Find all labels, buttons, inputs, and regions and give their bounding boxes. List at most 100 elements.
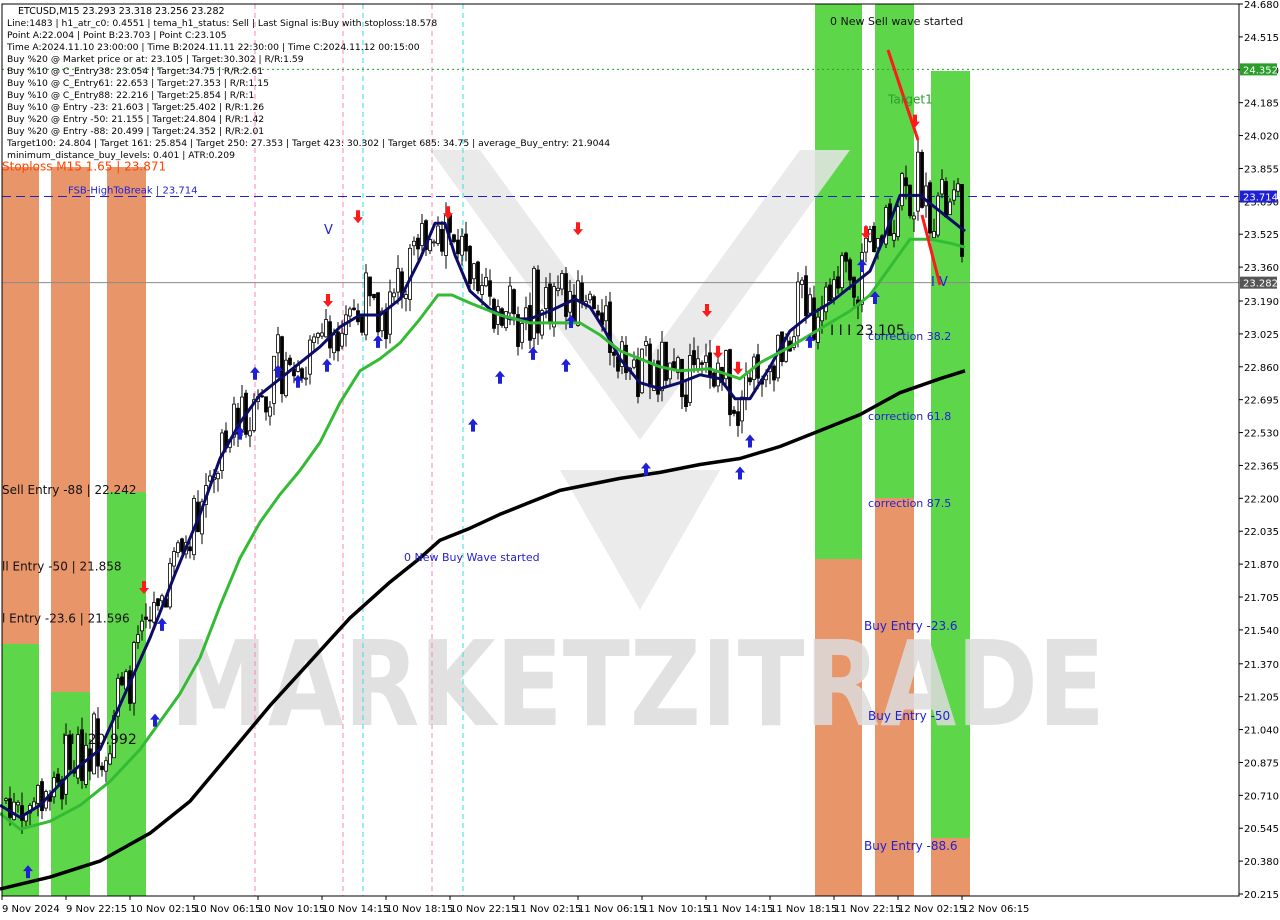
wave-v-label: V	[324, 223, 333, 238]
candle	[248, 417, 252, 448]
candle	[196, 490, 200, 533]
candle-body	[484, 276, 488, 287]
price-tick-label: 23.360	[1244, 263, 1279, 274]
candle-body	[944, 181, 948, 218]
price-tick-label: 21.370	[1244, 660, 1279, 671]
info-line: Line:1483 | h1_atr_c0: 0.4551 | tema_h1_…	[7, 18, 437, 29]
candle-body	[36, 785, 40, 804]
watermark-text: MARKETZITRADE	[170, 615, 1105, 753]
price-tick-label: 24.020	[1244, 132, 1279, 143]
symbol-header: ETCUSD,M15 23.293 23.318 23.256 23.282	[18, 6, 225, 17]
price-axis: 24.68024.51524.35024.18524.02023.85523.6…	[1239, 0, 1279, 901]
candle	[840, 252, 844, 294]
price-tick-label: 21.705	[1244, 593, 1279, 604]
price-tick-label: 22.200	[1244, 494, 1279, 505]
candle-body	[108, 753, 112, 765]
candle-body	[708, 352, 712, 376]
buy-arrow-icon	[322, 358, 332, 372]
candle	[308, 335, 312, 385]
candle-body	[56, 773, 60, 783]
price-badge-label: 23.714	[1243, 193, 1278, 204]
info-line: Buy %10 @ C_Entry61: 22.653 | Target:27.…	[7, 78, 269, 89]
candle-body	[804, 275, 808, 317]
candle-body	[544, 287, 548, 309]
candle-body	[460, 235, 464, 256]
candle	[640, 348, 644, 395]
candle-body	[188, 546, 192, 552]
candle	[872, 222, 876, 253]
candle-body	[268, 406, 272, 417]
candle	[100, 762, 104, 777]
candle	[776, 334, 780, 382]
time-tick-label: 10 Nov 14:15	[322, 904, 389, 915]
candle-body	[632, 359, 636, 368]
candle	[360, 313, 364, 336]
zone-bar	[107, 167, 146, 492]
candle	[532, 265, 536, 350]
buy-entry-23-6-label: Buy Entry -23.6	[864, 619, 958, 633]
info-line: minimum_distance_buy_levels: 0.401 | ATR…	[7, 150, 235, 161]
candle	[664, 341, 668, 387]
sell-arrow-icon	[573, 222, 583, 236]
candle-body	[480, 285, 484, 295]
buy-wave-started-label: 0 New Buy Wave started	[404, 551, 540, 564]
candle-body	[304, 377, 308, 380]
candle-body	[476, 261, 480, 292]
candle-body	[156, 598, 160, 607]
info-line: Buy %10 @ Entry -23: 21.603 | Target:25.…	[7, 102, 264, 113]
candle-body	[316, 332, 320, 338]
candle-body	[332, 334, 336, 354]
candle	[788, 336, 792, 352]
candle-body	[796, 281, 800, 337]
candle	[472, 262, 476, 290]
candle-body	[836, 276, 840, 289]
candle-body	[704, 355, 708, 363]
candle	[304, 366, 308, 386]
candle-body	[396, 268, 400, 293]
candle-body	[372, 293, 376, 299]
candle-body	[136, 634, 140, 643]
candle-body	[596, 310, 600, 316]
time-tick-label: 11 Nov 14:15	[706, 904, 773, 915]
candle-body	[272, 355, 276, 404]
price-tick-label: 23.525	[1244, 230, 1279, 241]
candle-body	[464, 233, 468, 252]
candle-body	[488, 280, 492, 297]
candle-body	[508, 285, 512, 314]
candle-body	[864, 237, 868, 253]
target1-label: Target1	[887, 93, 933, 107]
candle-body	[556, 287, 560, 292]
candle-body	[808, 294, 812, 314]
sell-entry-50-label: ll Entry -50 | 21.858	[2, 560, 121, 574]
candle	[352, 299, 356, 311]
candle-body	[264, 396, 268, 413]
candle	[592, 294, 596, 310]
correction-38-2-label: correction 38.2	[868, 330, 951, 343]
price-tick-label: 21.540	[1244, 626, 1279, 637]
candle-body	[576, 280, 580, 326]
candle	[320, 323, 324, 339]
price-badge-label: 24.352	[1243, 65, 1278, 76]
candle	[476, 260, 480, 294]
info-line: Buy %20 @ Entry -88: 20.499 | Target:24.…	[7, 126, 264, 137]
price-tick-label: 20.215	[1244, 890, 1279, 901]
candle	[348, 306, 352, 328]
price-tick-label: 24.515	[1244, 33, 1279, 44]
candle	[440, 221, 444, 256]
candle-body	[388, 291, 392, 335]
candle-body	[800, 279, 804, 285]
candle-body	[548, 283, 552, 325]
candle-body	[352, 307, 356, 310]
candle	[516, 306, 520, 356]
candle	[368, 276, 372, 307]
candle-body	[324, 319, 328, 338]
buy-arrow-icon	[250, 366, 260, 380]
info-line: Target100: 24.804 | Target 161: 25.854 |…	[6, 138, 610, 149]
candle-body	[140, 620, 144, 632]
candle-body	[452, 234, 456, 243]
price-tick-label: 20.545	[1244, 824, 1279, 835]
candle	[432, 239, 436, 247]
candle-body	[916, 151, 920, 212]
candle	[268, 401, 272, 426]
candle-body	[84, 744, 88, 785]
